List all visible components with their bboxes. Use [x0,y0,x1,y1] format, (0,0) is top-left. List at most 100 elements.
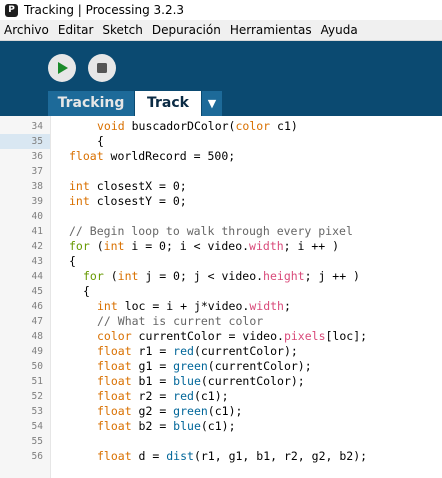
line-number: 38 [31,181,43,192]
code-token: green [173,404,208,418]
code-token: closestY = 0; [89,194,187,208]
tab-menu-button[interactable]: ▼ [202,91,222,116]
tab-tracking[interactable]: Tracking [48,91,134,116]
code-line[interactable]: 37 [0,164,442,179]
line-number-cell: 55 [0,434,50,449]
code-token: width [249,299,284,313]
line-number: 40 [31,211,43,222]
code-token: float [97,419,132,433]
code-text: for (int j = 0; j < video.height; j ++ ) [83,269,360,284]
code-token: float [97,359,132,373]
code-token: closestX = 0; [89,179,187,193]
code-token: (currentColor); [200,374,305,388]
code-token: b1 = [131,374,174,388]
title-bar: P Tracking | Processing 3.2.3 [0,0,442,21]
code-line[interactable]: 49 float r1 = red(currentColor); [0,344,442,359]
menu-sketch[interactable]: Sketch [98,20,147,40]
menu-editar[interactable]: Editar [54,20,99,40]
code-line[interactable]: 53 float g2 = green(c1); [0,404,442,419]
code-token: (c1); [200,419,236,433]
line-number: 44 [31,271,43,282]
code-line[interactable]: 46 int loc = i + j*video.width; [0,299,442,314]
code-line[interactable]: 38 int closestX = 0; [0,179,442,194]
code-line[interactable]: 55 [0,434,442,449]
line-number-cell: 41 [0,224,50,239]
code-token: blue [173,419,201,433]
line-number-cell: 38 [0,179,50,194]
code-token: (c1); [207,404,243,418]
toolbar [0,41,442,91]
code-text: // Begin loop to walk through every pixe… [69,224,353,239]
code-line[interactable]: 48 color currentColor = video.pixels[loc]… [0,329,442,344]
code-token: dist [166,449,194,463]
code-token: ; [283,299,291,313]
play-icon [58,62,68,74]
run-button[interactable] [48,54,76,82]
code-text: float worldRecord = 500; [69,149,235,164]
code-line[interactable]: 47 // What is current color [0,314,442,329]
line-number-cell: 35 [0,134,50,149]
line-number: 37 [31,166,43,177]
line-number-cell: 46 [0,299,50,314]
code-token: (c1); [193,389,229,403]
menu-archivo[interactable]: Archivo [0,20,54,40]
code-text: { [83,284,90,299]
code-text: { [97,134,104,149]
stop-button[interactable] [88,54,116,82]
line-number: 53 [31,406,43,417]
code-line[interactable]: 54 float b2 = blue(c1); [0,419,442,434]
line-number-cell: 52 [0,389,50,404]
menu-herramientas[interactable]: Herramientas [226,20,317,40]
chevron-down-icon: ▼ [207,97,217,110]
code-line[interactable]: 43 { [0,254,442,269]
code-token: color [235,119,271,133]
code-line[interactable]: 45 { [0,284,442,299]
code-line[interactable]: 50 float g1 = green(currentColor); [0,359,442,374]
code-token: (currentColor); [193,344,298,358]
code-text: { [69,254,76,269]
code-token: buscadorDColor( [124,119,236,133]
code-line[interactable]: 41 // Begin loop to walk through every pi… [0,224,442,239]
window-title: Tracking | Processing 3.2.3 [24,3,185,17]
code-text: void buscadorDColor(color c1) [97,119,298,134]
code-token: ; j ++ ) [304,269,360,283]
code-line[interactable]: 56 float d = dist(r1, g1, b1, r2, g2, b2)… [0,449,442,464]
tab-track[interactable]: Track [135,91,201,116]
line-number: 56 [31,451,43,462]
code-token: ; i ++ ) [283,239,340,253]
code-line[interactable]: 35 { [0,134,442,149]
code-token: ( [89,239,104,253]
code-line[interactable]: 39 int closestY = 0; [0,194,442,209]
menu-depuracion[interactable]: Depuración [148,20,226,40]
line-number-cell: 44 [0,269,50,284]
line-number-cell: 43 [0,254,50,269]
code-line[interactable]: 36 float worldRecord = 500; [0,149,442,164]
code-line[interactable]: 40 [0,209,442,224]
code-line[interactable]: 42 for (int i = 0; i < video.width; i ++ … [0,239,442,254]
code-token: { [83,284,90,298]
code-line[interactable]: 51 float b1 = blue(currentColor); [0,374,442,389]
code-token: b2 = [131,419,174,433]
line-number-cell: 51 [0,374,50,389]
code-token: pixels [283,329,326,343]
code-line[interactable]: 34 void buscadorDColor(color c1) [0,119,442,134]
code-text: // What is current color [97,314,263,329]
code-editor[interactable]: 34 void buscadorDColor(color c1) 35 {36 floa… [0,116,442,478]
code-token: float [97,449,132,463]
menu-bar: Archivo Editar Sketch Depuración Herrami… [0,20,442,41]
code-line[interactable]: 44 for (int j = 0; j < video.height; j ++… [0,269,442,284]
code-text: float g2 = green(c1); [97,404,242,419]
code-token: [loc]; [325,329,368,343]
line-number: 35 [31,136,43,147]
code-token: (r1, g1, b1, r2, g2, b2); [193,449,368,463]
code-text: int closestX = 0; [69,179,187,194]
code-token: r1 = [131,344,174,358]
code-text: float r1 = red(currentColor); [97,344,298,359]
code-text: int closestY = 0; [69,194,187,209]
line-number-cell: 34 [0,119,50,134]
code-text: float b1 = blue(currentColor); [97,374,305,389]
code-token: worldRecord = 500; [103,149,236,163]
code-token: int [117,269,139,283]
menu-ayuda[interactable]: Ayuda [317,20,363,40]
code-line[interactable]: 52 float r2 = red(c1); [0,389,442,404]
